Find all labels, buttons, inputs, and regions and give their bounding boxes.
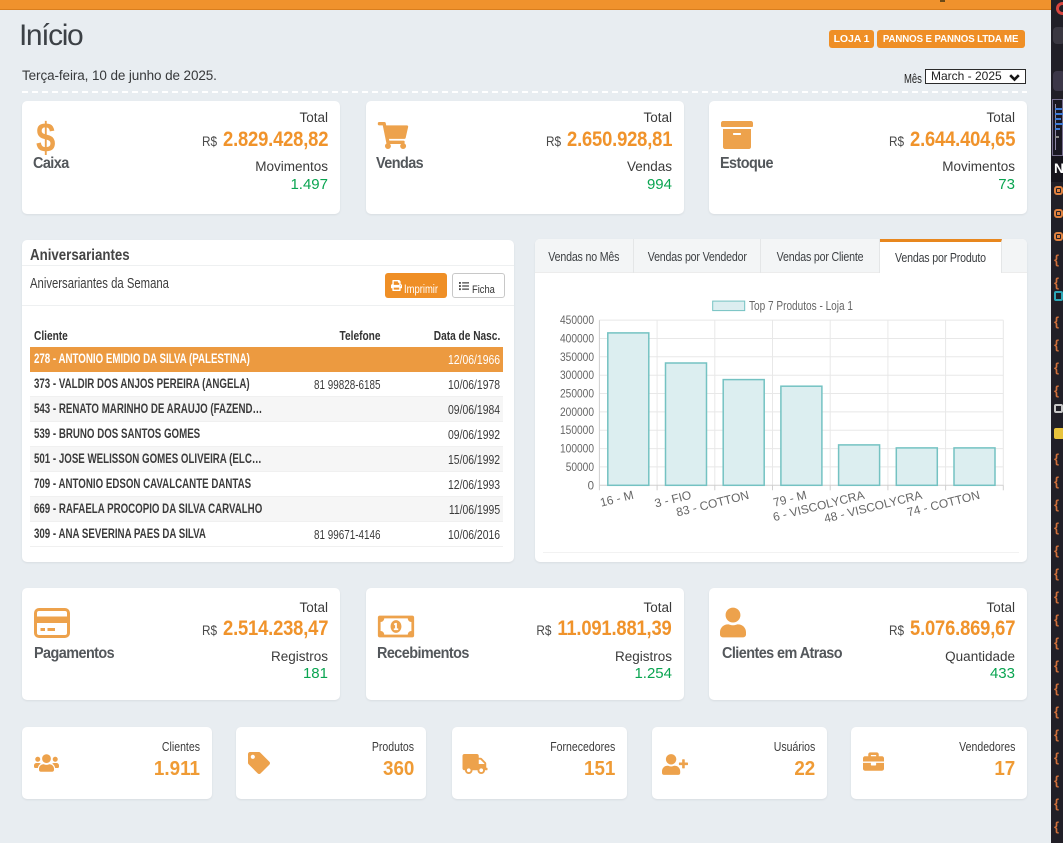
svg-text:350000: 350000 <box>560 352 594 364</box>
svg-text:16 - M: 16 - M <box>599 488 635 510</box>
svg-text:0: 0 <box>588 481 594 493</box>
svg-text:100000: 100000 <box>560 444 594 456</box>
svg-text:150000: 150000 <box>560 426 594 438</box>
svg-text:50000: 50000 <box>566 462 594 474</box>
svg-text:250000: 250000 <box>560 389 594 401</box>
svg-text:Top 7 Produtos - Loja 1: Top 7 Produtos - Loja 1 <box>749 299 853 314</box>
svg-text:400000: 400000 <box>560 334 594 346</box>
svg-text:300000: 300000 <box>560 371 594 383</box>
svg-text:200000: 200000 <box>560 407 594 419</box>
svg-text:450000: 450000 <box>560 315 594 327</box>
